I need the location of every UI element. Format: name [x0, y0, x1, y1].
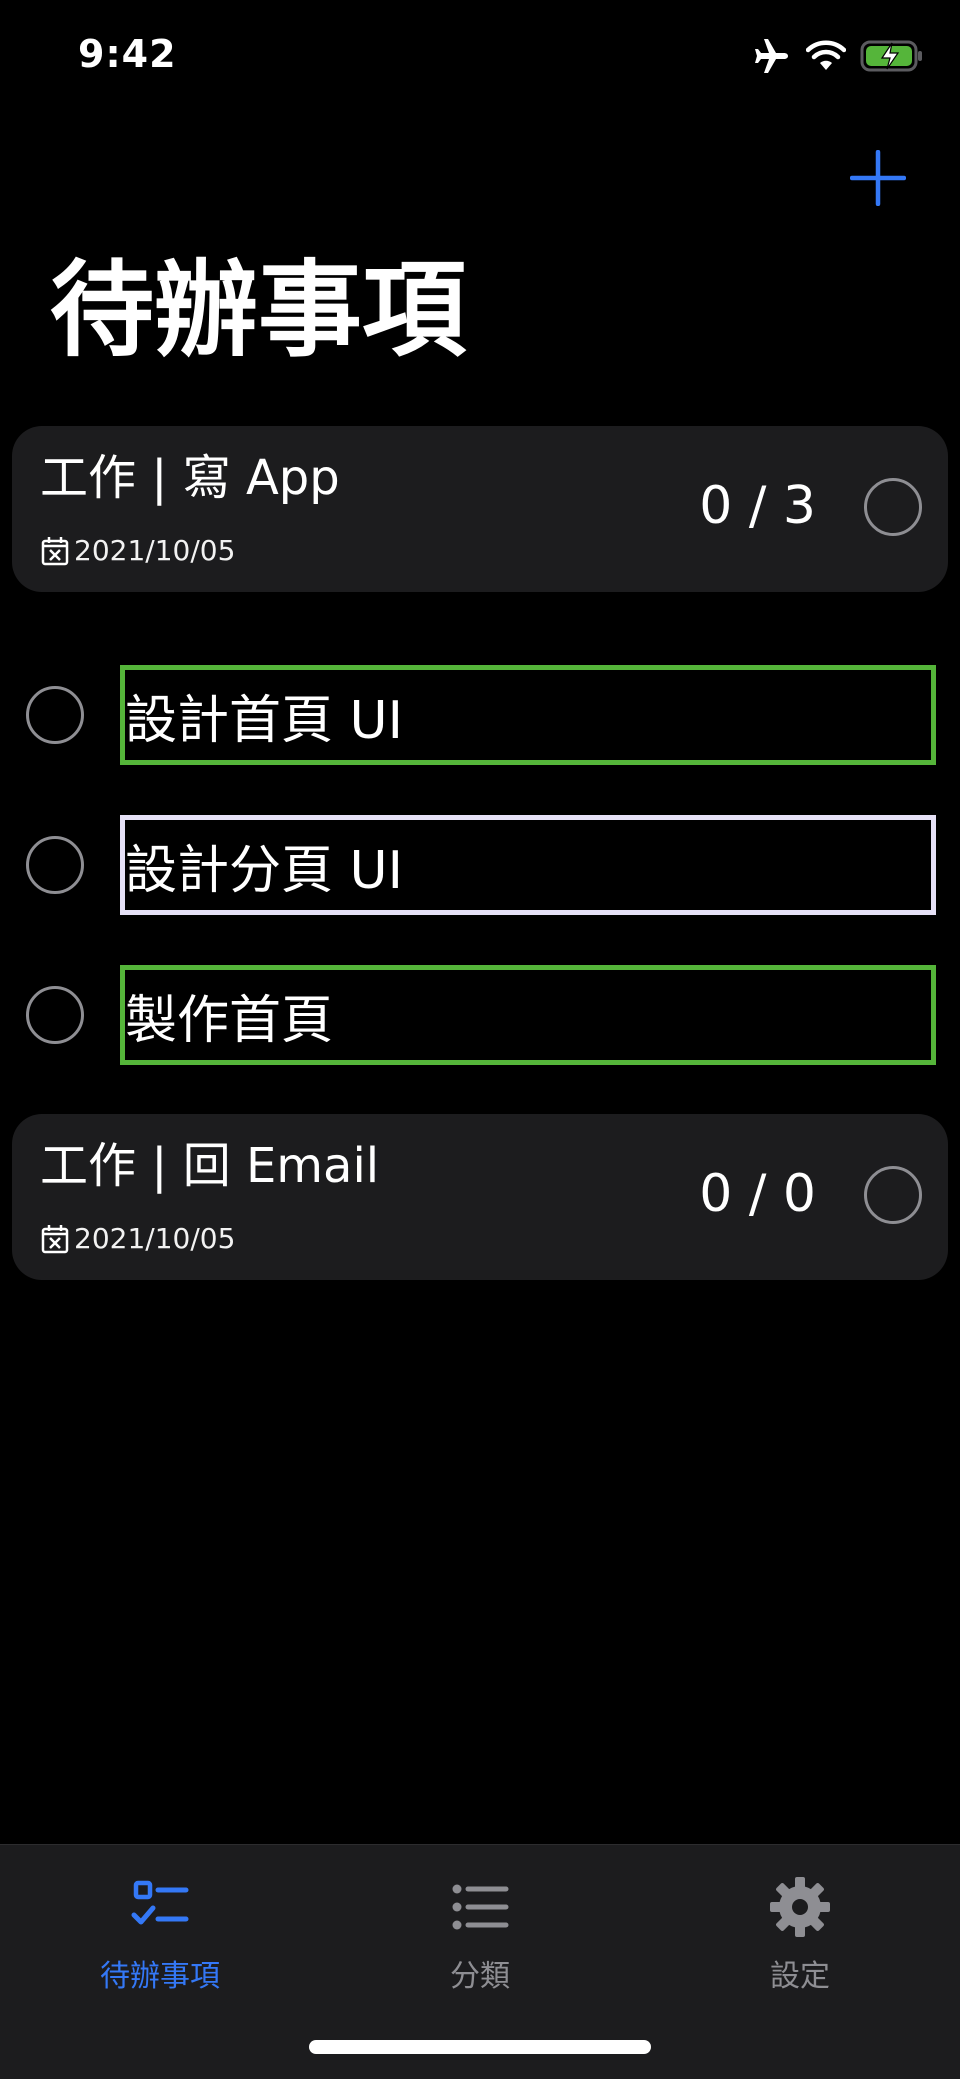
group-complete-toggle[interactable] — [864, 1166, 922, 1224]
home-indicator[interactable] — [309, 2040, 651, 2054]
group-date: 2021/10/05 — [40, 1222, 235, 1255]
task-name-field[interactable]: 製作首頁 — [120, 965, 936, 1065]
task-name-field[interactable]: 設計分頁 UI — [120, 815, 936, 915]
tab-settings[interactable]: 設定 — [640, 1845, 960, 1995]
task-label: 製作首頁 — [125, 990, 334, 1051]
status-icons — [752, 38, 924, 74]
task-complete-toggle[interactable] — [26, 686, 84, 744]
calendar-icon — [41, 536, 69, 565]
group-title: 工作 | 寫 App — [40, 450, 340, 506]
gear-icon — [770, 1877, 830, 1937]
list-icon — [452, 1884, 509, 1930]
task-name-field[interactable]: 設計首頁 UI — [120, 665, 936, 765]
task-row: 製作首頁 — [0, 965, 960, 1065]
task-label: 設計分頁 UI — [125, 840, 403, 901]
task-row: 設計首頁 UI — [0, 665, 960, 765]
task-complete-toggle[interactable] — [26, 836, 84, 894]
group-card[interactable]: 工作 | 寫 App 2021/10/05 0 / 3 — [12, 426, 948, 592]
group-card[interactable]: 工作 | 回 Email 2021/10/05 0 / 0 — [12, 1114, 948, 1280]
tab-label: 待辦事項 — [100, 1959, 220, 1994]
add-button[interactable] — [850, 150, 906, 206]
group-progress-count: 0 / 0 — [699, 1164, 816, 1224]
task-row: 設計分頁 UI — [0, 815, 960, 915]
group-date: 2021/10/05 — [40, 534, 235, 567]
tab-label: 分類 — [450, 1959, 510, 1994]
task-label: 設計首頁 UI — [125, 690, 403, 751]
page-title: 待辦事項 — [50, 249, 467, 371]
checklist-icon — [131, 1880, 189, 1925]
task-complete-toggle[interactable] — [26, 986, 84, 1044]
tab-label: 設定 — [770, 1959, 830, 1994]
group-progress-count: 0 / 3 — [699, 476, 816, 536]
battery-charging-icon — [860, 40, 922, 72]
tab-categories[interactable]: 分類 — [320, 1845, 640, 1995]
group-title: 工作 | 回 Email — [40, 1138, 380, 1194]
app-screen: 9:42 待辦事項 工作 | 寫 App 2021/10/05 0 / 3 設計… — [0, 0, 960, 2079]
group-date-text: 2021/10/05 — [74, 1222, 236, 1255]
tab-todo[interactable]: 待辦事項 — [0, 1845, 320, 1995]
group-date-text: 2021/10/05 — [74, 534, 236, 567]
wifi-icon — [806, 40, 846, 70]
calendar-icon — [41, 1224, 69, 1253]
status-time: 9:42 — [78, 32, 177, 76]
airplane-icon — [755, 39, 788, 73]
group-complete-toggle[interactable] — [864, 478, 922, 536]
